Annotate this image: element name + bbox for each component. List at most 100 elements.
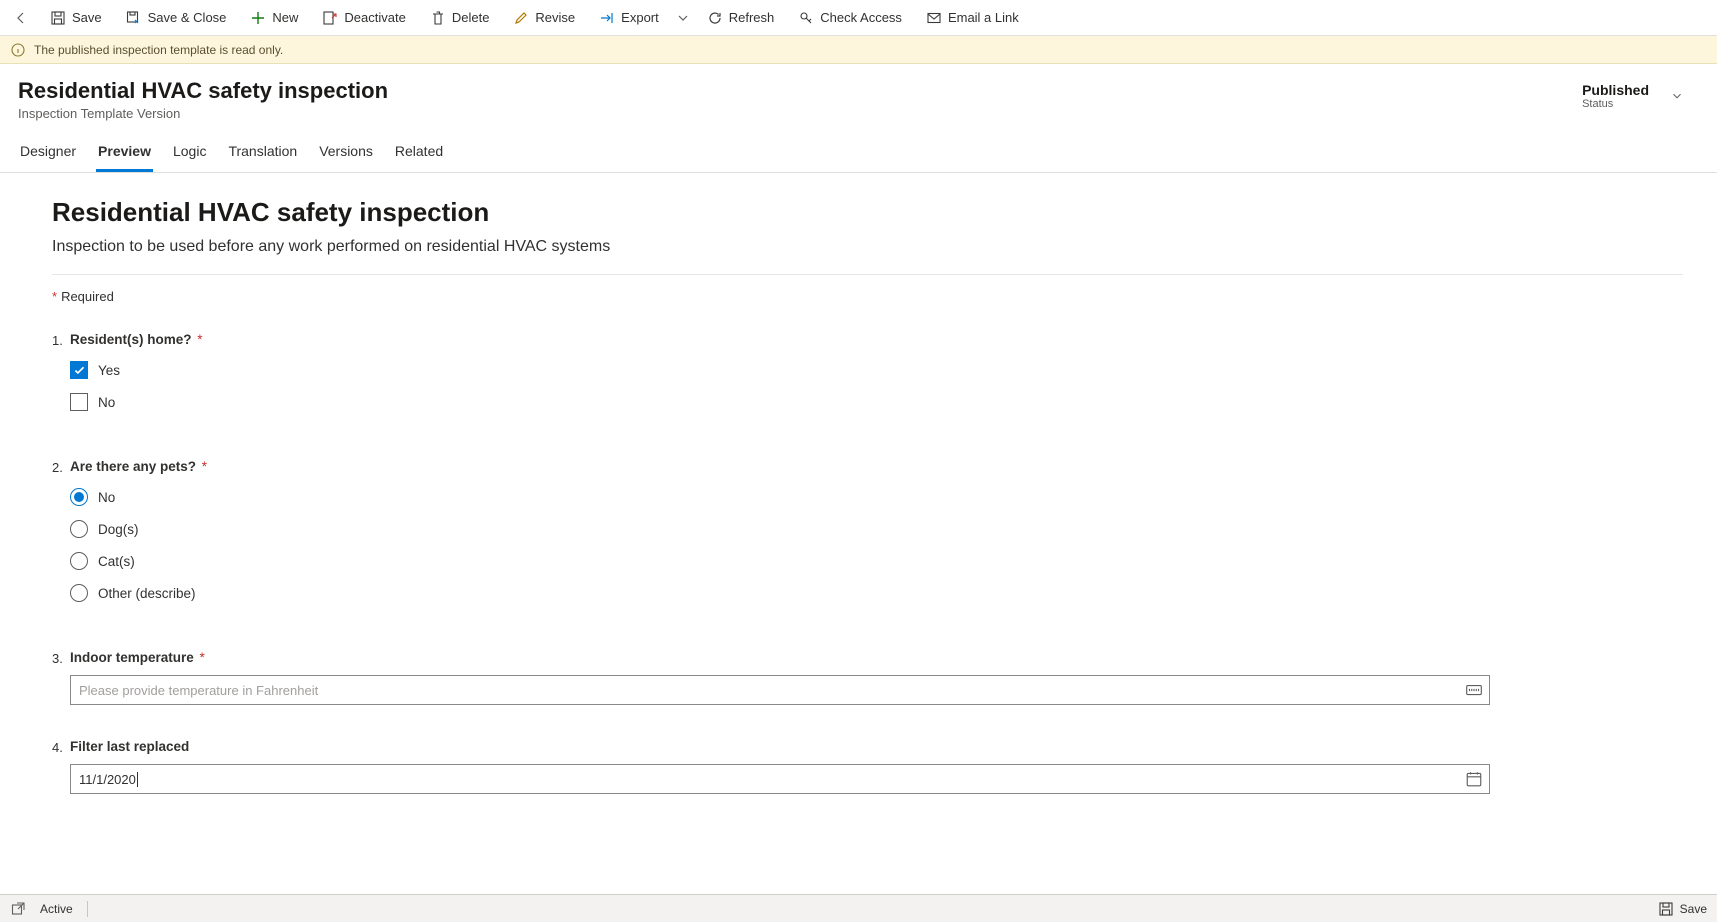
date-value: 11/1/2020 [79, 772, 138, 787]
status-label: Status [1582, 98, 1649, 110]
arrow-left-icon [13, 10, 29, 26]
form-description: Inspection to be used before any work pe… [52, 238, 1683, 256]
status-bar: Active Save [0, 894, 1717, 922]
option-label: Dog(s) [98, 522, 139, 537]
tab-translation[interactable]: Translation [226, 139, 299, 172]
question-number: 1. [52, 332, 70, 348]
chevron-down-icon [675, 10, 691, 26]
tab-logic[interactable]: Logic [171, 139, 208, 172]
save-close-icon [126, 10, 142, 26]
record-header: Residential HVAC safety inspection Inspe… [0, 64, 1717, 127]
required-note: * Required [52, 289, 1683, 304]
form-preview: Residential HVAC safety inspection Inspe… [0, 173, 1717, 894]
mail-icon [926, 10, 942, 26]
save-label: Save [72, 10, 102, 25]
temperature-field[interactable] [79, 683, 1465, 698]
form-title: Residential HVAC safety inspection [52, 197, 1683, 228]
refresh-icon [707, 10, 723, 26]
tab-preview[interactable]: Preview [96, 139, 153, 172]
record-title: Residential HVAC safety inspection [18, 78, 388, 104]
save-icon [1658, 901, 1674, 917]
radio-icon [70, 520, 88, 538]
divider [52, 274, 1683, 275]
radio-option-no[interactable]: No [70, 488, 1683, 506]
tab-versions[interactable]: Versions [317, 139, 375, 172]
notification-text: The published inspection template is rea… [34, 43, 283, 57]
new-button[interactable]: New [240, 3, 308, 33]
checkbox-option-yes[interactable]: Yes [70, 361, 1683, 379]
key-icon [798, 10, 814, 26]
radio-option-cats[interactable]: Cat(s) [70, 552, 1683, 570]
radio-icon [70, 488, 88, 506]
export-button[interactable]: Export [589, 3, 669, 33]
calendar-icon[interactable] [1465, 770, 1483, 788]
radio-icon [70, 584, 88, 602]
question-1: 1. Resident(s) home? * Yes No [52, 332, 1683, 425]
deactivate-button[interactable]: Deactivate [312, 3, 415, 33]
footer-save-label: Save [1680, 902, 1707, 916]
save-close-button[interactable]: Save & Close [116, 3, 237, 33]
radio-option-dogs[interactable]: Dog(s) [70, 520, 1683, 538]
trash-icon [430, 10, 446, 26]
record-state: Active [40, 902, 73, 916]
deactivate-label: Deactivate [344, 10, 405, 25]
asterisk-icon: * [52, 289, 57, 304]
delete-label: Delete [452, 10, 490, 25]
command-bar: Save Save & Close New Deactivate Delete … [0, 0, 1717, 36]
plus-icon [250, 10, 266, 26]
readonly-notification: The published inspection template is rea… [0, 36, 1717, 64]
email-link-label: Email a Link [948, 10, 1019, 25]
form-tabs: Designer Preview Logic Translation Versi… [0, 127, 1717, 173]
check-access-button[interactable]: Check Access [788, 3, 912, 33]
export-dropdown[interactable] [673, 3, 693, 33]
option-label: Yes [98, 363, 120, 378]
save-button[interactable]: Save [40, 3, 112, 33]
status-value: Published [1582, 82, 1649, 98]
separator [87, 901, 88, 917]
required-label: Required [61, 289, 114, 304]
question-2: 2. Are there any pets? * No Dog(s) [52, 459, 1683, 616]
status-block: Published Status [1582, 82, 1649, 110]
export-icon [599, 10, 615, 26]
question-label: Indoor temperature * [70, 650, 1683, 665]
footer-save-button[interactable]: Save [1658, 901, 1707, 917]
number-input-icon [1465, 681, 1483, 699]
question-label: Are there any pets? * [70, 459, 1683, 474]
record-entity: Inspection Template Version [18, 106, 388, 121]
checkbox-icon [70, 361, 88, 379]
new-label: New [272, 10, 298, 25]
check-access-label: Check Access [820, 10, 902, 25]
option-label: No [98, 395, 115, 410]
radio-icon [70, 552, 88, 570]
pencil-icon [513, 10, 529, 26]
question-3: 3. Indoor temperature * [52, 650, 1683, 705]
question-number: 3. [52, 650, 70, 666]
export-label: Export [621, 10, 659, 25]
delete-button[interactable]: Delete [420, 3, 500, 33]
refresh-label: Refresh [729, 10, 775, 25]
option-label: Other (describe) [98, 586, 196, 601]
tab-designer[interactable]: Designer [18, 139, 78, 172]
refresh-button[interactable]: Refresh [697, 3, 785, 33]
date-input[interactable]: 11/1/2020 [70, 764, 1490, 794]
question-number: 4. [52, 739, 70, 755]
header-expand[interactable] [1665, 84, 1689, 108]
option-label: Cat(s) [98, 554, 135, 569]
save-icon [50, 10, 66, 26]
question-label: Filter last replaced [70, 739, 1683, 754]
back-button[interactable] [6, 3, 36, 33]
question-number: 2. [52, 459, 70, 475]
checkbox-option-no[interactable]: No [70, 393, 1683, 411]
tab-related[interactable]: Related [393, 139, 445, 172]
question-label: Resident(s) home? * [70, 332, 1683, 347]
revise-button[interactable]: Revise [503, 3, 585, 33]
open-external-icon[interactable] [10, 901, 26, 917]
checkbox-icon [70, 393, 88, 411]
option-label: No [98, 490, 115, 505]
info-icon [10, 42, 26, 58]
temperature-input[interactable] [70, 675, 1490, 705]
email-link-button[interactable]: Email a Link [916, 3, 1029, 33]
save-close-label: Save & Close [148, 10, 227, 25]
question-4: 4. Filter last replaced 11/1/2020 [52, 739, 1683, 794]
radio-option-other[interactable]: Other (describe) [70, 584, 1683, 602]
